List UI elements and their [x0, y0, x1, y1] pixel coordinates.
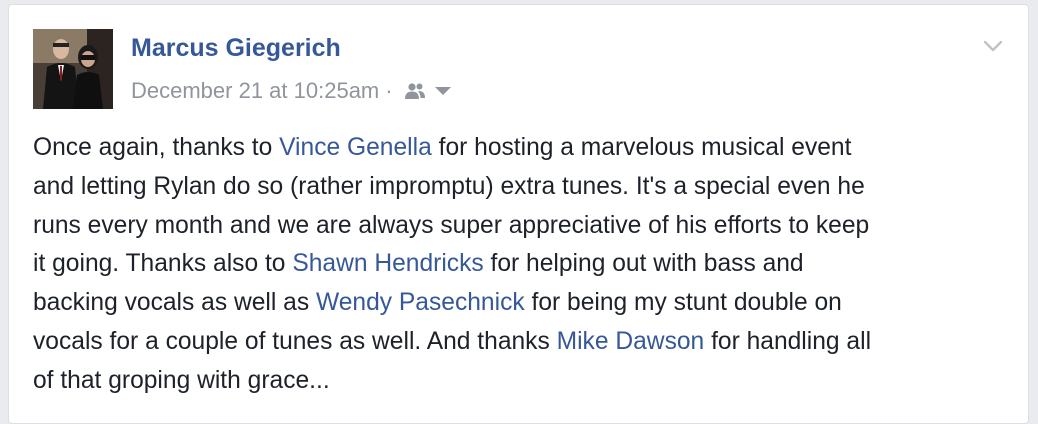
audience-selector[interactable] [403, 82, 453, 100]
post-line: and letting Rylan do so (rather imprompt… [33, 168, 1018, 207]
post-text-segment: of that groping with grace... [33, 366, 330, 394]
mention-link[interactable]: Shawn Hendricks [292, 250, 483, 277]
mention-link[interactable]: Vince Genella [279, 134, 432, 161]
friends-icon [404, 83, 425, 99]
chevron-down-icon [983, 40, 1003, 52]
mention-link[interactable]: Mike Dawson [557, 328, 705, 355]
post-text-segment: for handling all [704, 327, 872, 355]
post-text-segment: and letting Rylan do so (rather imprompt… [33, 172, 865, 200]
post-text-segment: runs every month and we are always super… [33, 211, 870, 239]
post-meta: December 21 at 10:25am · [131, 76, 453, 106]
post-text-segment: for helping out with bass and [483, 250, 804, 278]
post-text-segment: for being my stunt double on [524, 289, 842, 317]
post-text-segment: it going. Thanks also to [33, 250, 293, 278]
post-text-segment: for hosting a marvelous musical event [431, 134, 852, 161]
post-options-button[interactable] [980, 33, 1006, 59]
post-card: Marcus Giegerich December 21 at 10:25am … [8, 4, 1029, 424]
post-line: it going. Thanks also to Shawn Hendricks… [33, 245, 1018, 284]
author-avatar[interactable] [33, 29, 113, 109]
post-line: runs every month and we are always super… [33, 207, 1018, 246]
post-body: Once again, thanks to Vince Genella for … [33, 129, 1018, 401]
post-text-segment: backing vocals as well as [33, 289, 316, 317]
post-text-segment: vocals for a couple of tunes as well. An… [33, 327, 557, 355]
meta-separator: · [385, 78, 393, 103]
post-line: vocals for a couple of tunes as well. An… [33, 323, 1018, 362]
mention-link[interactable]: Wendy Pasechnick [316, 289, 525, 316]
post-line: of that groping with grace... [33, 362, 1018, 401]
post-line: backing vocals as well as Wendy Pasechni… [33, 284, 1018, 323]
audience-caret-icon [434, 87, 451, 95]
post-line: Once again, thanks to Vince Genella for … [33, 129, 1018, 168]
author-name[interactable]: Marcus Giegerich [131, 34, 341, 63]
post-timestamp[interactable]: December 21 at 10:25am [131, 78, 379, 104]
post-text-segment: Once again, thanks to [33, 134, 280, 161]
avatar-photo [33, 29, 113, 109]
